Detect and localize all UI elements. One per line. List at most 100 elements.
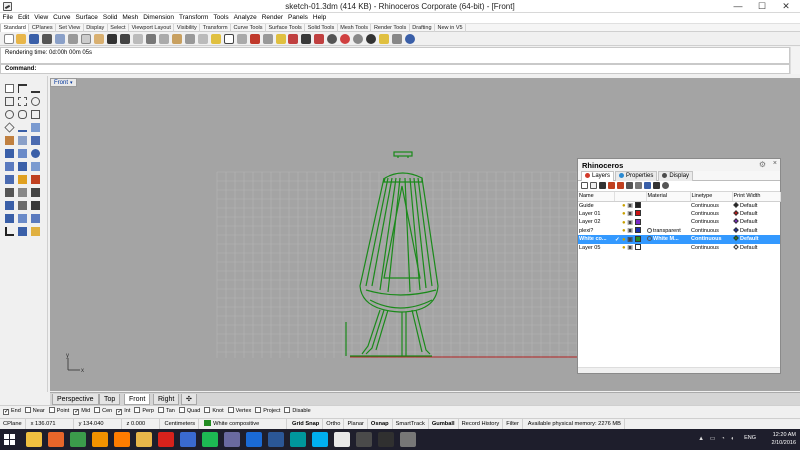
sphere-icon[interactable] <box>31 149 40 158</box>
layer-icon[interactable] <box>288 34 299 44</box>
column-state[interactable] <box>614 192 647 202</box>
layer-linetype[interactable]: Continuous <box>690 244 732 253</box>
osnap-mid[interactable]: ✓ Mid <box>73 406 90 417</box>
layer-linetype[interactable]: Continuous <box>690 210 732 219</box>
input-language[interactable]: ENG <box>744 435 756 441</box>
checkbox[interactable] <box>134 407 141 413</box>
menu-analyze[interactable]: Analyze <box>231 13 259 23</box>
render-tool-icon[interactable] <box>31 227 40 236</box>
layer-state-icon[interactable] <box>644 182 651 189</box>
photos-icon[interactable] <box>224 432 240 447</box>
menu-dimension[interactable]: Dimension <box>141 13 177 23</box>
hide-icon[interactable] <box>262 34 273 44</box>
layer-linetype[interactable]: Continuous <box>690 235 732 244</box>
column-linetype[interactable]: Linetype <box>690 192 733 202</box>
menu-help[interactable]: Help <box>310 13 328 23</box>
tab-top[interactable]: Top <box>99 394 121 405</box>
layer-print-width-cell[interactable]: Default <box>732 235 780 244</box>
clock[interactable]: 12:20 AM 2/10/2016 <box>772 431 796 447</box>
osnap-near[interactable]: Near <box>24 406 45 417</box>
layer-material-cell[interactable] <box>646 218 690 227</box>
tab-display[interactable]: Display <box>658 171 694 181</box>
boolean-icon[interactable] <box>5 162 14 171</box>
menu-surface[interactable]: Surface <box>73 13 100 23</box>
checkbox[interactable] <box>94 407 101 413</box>
rectangle-icon[interactable] <box>31 110 40 119</box>
scale-icon[interactable] <box>18 214 27 223</box>
select-points-icon[interactable] <box>5 84 14 93</box>
checkbox[interactable] <box>157 407 164 413</box>
checkbox[interactable] <box>204 407 211 413</box>
tab-front[interactable]: Front <box>124 394 151 405</box>
rotate-icon[interactable] <box>31 214 40 223</box>
vlc-icon[interactable] <box>92 432 108 447</box>
ellipse-icon[interactable] <box>18 110 27 119</box>
fillet-icon[interactable] <box>5 136 14 145</box>
trim-icon[interactable] <box>5 175 14 184</box>
tab-properties[interactable]: Properties <box>615 171 658 181</box>
tray-icons[interactable]: ▲ ▭ ◔ ◖ <box>698 435 736 442</box>
delete-icon[interactable] <box>599 182 606 189</box>
notepad-icon[interactable] <box>334 432 350 447</box>
osnap-perp[interactable]: Perp <box>134 406 154 417</box>
join-icon[interactable] <box>5 188 14 197</box>
help-icon[interactable] <box>405 34 416 44</box>
close-icon[interactable]: × <box>773 160 777 167</box>
mesh-icon[interactable] <box>31 162 40 171</box>
box-icon[interactable] <box>5 149 14 158</box>
surface-icon[interactable] <box>31 123 40 132</box>
rhino-icon[interactable] <box>400 432 416 447</box>
four-viewports-icon[interactable] <box>223 34 234 44</box>
lock-icon[interactable]: ▣ <box>626 237 633 243</box>
layer-name[interactable]: Layer 01 <box>578 210 614 219</box>
tab-cplanes[interactable]: CPlanes <box>29 24 57 32</box>
tab-right[interactable]: Right <box>153 394 180 405</box>
tab-layers[interactable]: Layers <box>581 171 615 181</box>
layer-color-swatch[interactable] <box>634 218 641 225</box>
copy-icon[interactable] <box>81 34 92 44</box>
gear-icon[interactable]: ⚙ <box>759 160 766 169</box>
named-views-icon[interactable] <box>210 34 221 44</box>
layer-row[interactable]: Guide ● ▣ Continuous Default <box>578 201 780 210</box>
layer-name[interactable]: White co... <box>578 235 614 244</box>
zoom-selected-icon[interactable] <box>197 34 208 44</box>
tab-drafting[interactable]: Drafting <box>410 24 436 32</box>
layer-row[interactable]: Layer 01 ● ▣ Continuous Default <box>578 209 780 219</box>
menu-transform[interactable]: Transform <box>177 13 211 23</box>
lock-icon[interactable]: ▣ <box>626 211 633 217</box>
layer-material-cell[interactable] <box>646 201 690 210</box>
move-icon[interactable] <box>249 34 260 44</box>
explode-icon[interactable] <box>31 175 40 184</box>
checkbox[interactable] <box>227 407 234 413</box>
tab-new-in-v5[interactable]: New in V5 <box>435 24 467 32</box>
layer-name[interactable]: plexi? <box>578 227 614 236</box>
circle-icon[interactable] <box>5 110 14 119</box>
layer-name[interactable]: Guide <box>578 201 614 210</box>
point-icon[interactable] <box>5 97 14 106</box>
select-icon[interactable] <box>236 34 247 44</box>
osnap-end[interactable]: ✓ End <box>3 406 21 417</box>
polyline-icon[interactable] <box>18 84 27 93</box>
tab-mesh-tools[interactable]: Mesh Tools <box>338 24 372 32</box>
new-layer-icon[interactable] <box>581 182 588 189</box>
revolve-icon[interactable] <box>18 149 27 158</box>
extrude-icon[interactable] <box>18 136 27 145</box>
explorer-folder-icon[interactable] <box>136 432 152 447</box>
checkbox[interactable] <box>255 407 262 413</box>
tools-icon[interactable] <box>653 182 660 189</box>
zoom-icon[interactable] <box>158 34 169 44</box>
new-sublayer-icon[interactable] <box>590 182 597 189</box>
tab-visibility[interactable]: Visibility <box>174 24 201 32</box>
cylinder-icon[interactable] <box>18 162 27 171</box>
add-view-icon[interactable]: ✣ <box>181 394 197 405</box>
tab-surface-tools[interactable]: Surface Tools <box>266 24 306 32</box>
checkbox[interactable] <box>48 407 55 413</box>
inkscape-icon[interactable] <box>378 432 394 447</box>
osnap-quad[interactable]: Quad <box>178 406 200 417</box>
layer-current-check[interactable]: ✓ <box>615 237 622 243</box>
skype-icon[interactable] <box>312 432 328 447</box>
command-input[interactable] <box>37 66 777 73</box>
move-to-parent-icon[interactable] <box>626 182 633 189</box>
lock-icon[interactable]: ▣ <box>626 228 633 234</box>
maximize-button[interactable]: ☐ <box>750 0 774 13</box>
